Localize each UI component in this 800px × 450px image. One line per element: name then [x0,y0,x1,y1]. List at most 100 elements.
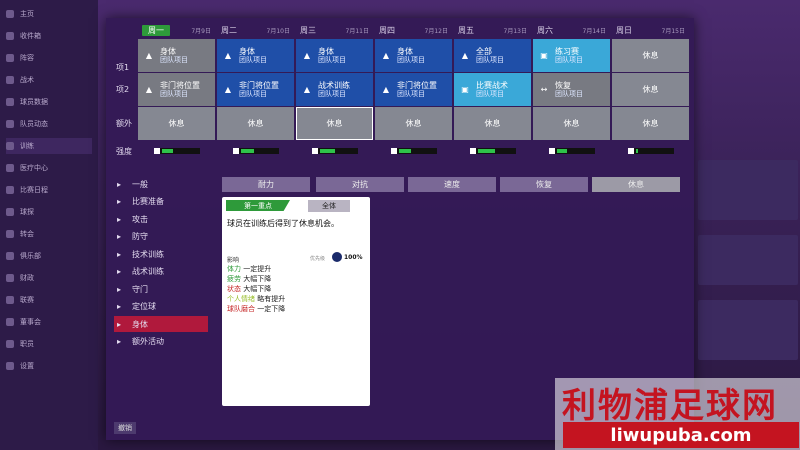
extra-slot[interactable]: 休息 [454,107,531,140]
focus-tab[interactable]: 对抗 [316,177,404,192]
extra-icon: ▸ [116,337,121,346]
training-slot[interactable]: ↔ 恢复 团队项目 [533,73,610,106]
priority-label: 优先级 [310,256,326,262]
slot-title: 身体 [160,46,176,56]
sidebar-item-label: 医疗中心 [20,164,48,172]
day-header[interactable]: 周二 7月10日 [221,24,294,36]
effect-value: 略有提升 [257,295,286,303]
sidebar-item[interactable]: 比赛日程 [6,182,92,198]
person-icon: ▲ [461,51,469,60]
slot-subtitle: 团队项目 [239,55,267,64]
sidebar-item[interactable]: 转会 [6,226,92,242]
training-slot[interactable]: ▲ 战术训练 团队项目 [296,73,373,106]
sidebar-item[interactable]: 收件箱 [6,28,92,44]
training-slot[interactable]: ▲ 身体 团队项目 [296,39,373,72]
match-icon: ▣ [540,51,548,60]
category-item[interactable]: ▸ 一般 [114,176,208,192]
sidebar-item[interactable]: 联赛 [6,292,92,308]
scope-button[interactable]: 全体 [308,200,350,212]
sidebar-item[interactable]: 球探 [6,204,92,220]
focus-tab[interactable]: 恢复 [500,177,588,192]
category-item[interactable]: ▸ 比赛准备 [114,194,208,210]
day-header[interactable]: 周五 7月13日 [458,24,531,36]
physical-icon: ▸ [116,319,121,329]
sidebar-item-label: 职员 [20,340,34,348]
sidebar-item[interactable]: 设置 [6,358,92,374]
category-item[interactable]: ▸ 攻击 [114,211,208,227]
sidebar-item[interactable]: 职员 [6,336,92,352]
focus-tab[interactable]: 耐力 [222,177,310,192]
effect-value: 一定提升 [243,265,272,273]
training-slot[interactable]: ▲ 身体 团队项目 [138,39,215,72]
slot-title: 休息 [168,119,185,128]
sidebar-item[interactable]: 队员动态 [6,116,92,132]
menu-icon [6,318,14,326]
slot-title: 休息 [563,119,580,128]
slot-title: 休息 [642,119,659,128]
menu-icon [6,142,14,150]
day-header[interactable]: 周日 7月15日 [616,24,689,36]
day-header[interactable]: 周三 7月11日 [300,24,373,36]
intensity-bar [628,148,674,154]
extra-slot[interactable]: 休息 [375,107,452,140]
training-slot[interactable]: 休息 [612,73,689,106]
training-slot[interactable]: ▣ 比赛战术 团队项目 [454,73,531,106]
extra-slot[interactable]: 休息 [138,107,215,140]
focus-tab[interactable]: 速度 [408,177,496,192]
description: 球员在训练后得到了休息机会。 [227,219,339,228]
sidebar-item[interactable]: 俱乐部 [6,248,92,264]
training-slot[interactable]: ▲ 身体 团队项目 [375,39,452,72]
training-slot[interactable]: ▲ 非门将位置 团队项目 [217,73,294,106]
day-header[interactable]: 周六 7月14日 [537,24,610,36]
category-item[interactable]: ▸ 守门 [114,281,208,297]
training-slot[interactable]: ▲ 非门将位置 团队项目 [375,73,452,106]
slot-title: 恢复 [555,80,571,90]
watermark-url: liwupuba.com [563,422,799,448]
sidebar-item[interactable]: 战术 [6,72,92,88]
training-slot[interactable]: ▣ 练习赛 团队项目 [533,39,610,72]
slot-subtitle: 团队项目 [397,55,425,64]
sidebar-item-label: 阵容 [20,54,34,62]
slot-title: 休息 [405,119,422,128]
sidebar-item[interactable]: 阵容 [6,50,92,66]
effect-row: 状态 大幅下降 [227,284,271,294]
effect-row: 疲劳 大幅下降 [227,274,271,284]
sidebar-item[interactable]: 董事会 [6,314,92,330]
focus-tab[interactable]: 休息 [592,177,680,192]
category-item[interactable]: ▸ 定位球 [114,299,208,315]
extra-slot[interactable]: 休息 [217,107,294,140]
slot-title: 非门将位置 [160,80,200,90]
category-item[interactable]: ▸ 防守 [114,229,208,245]
sidebar-item-label: 球员数据 [20,98,48,106]
training-slot[interactable]: ▲ 全部 团队项目 [454,39,531,72]
day-header[interactable]: 周四 7月12日 [379,24,452,36]
extra-slot[interactable]: 休息 [612,107,689,140]
sidebar-item[interactable]: 主页 [6,6,92,22]
training-slot[interactable]: ▲ 身体 团队项目 [217,39,294,72]
sidebar-item[interactable]: 财政 [6,270,92,286]
day-header[interactable]: 周一 7月9日 [142,24,215,36]
category-item[interactable]: ▸ 技术训练 [114,246,208,262]
day-name: 周六 [537,25,553,35]
category-item[interactable]: ▸ 身体 [114,316,208,332]
category-label: 战术训练 [132,267,164,276]
sidebar-item[interactable]: 医疗中心 [6,160,92,176]
extra-slot[interactable]: 休息 [296,107,373,140]
person-icon: ▲ [145,85,153,94]
training-slot[interactable]: 休息 [612,39,689,72]
effect-name: 状态 [227,285,241,293]
category-item[interactable]: ▸ 战术训练 [114,264,208,280]
training-slot[interactable]: ▲ 非门将位置 团队项目 [138,73,215,106]
menu-icon [6,208,14,216]
extra-slot[interactable]: 休息 [533,107,610,140]
menu-icon [6,98,14,106]
day-date: 7月15日 [661,27,685,35]
slot-title: 全部 [476,46,492,56]
intensity-icon [628,148,634,154]
cancel-button[interactable]: 撤销 [114,422,136,434]
person-icon: ▲ [303,85,311,94]
slot-title: 练习赛 [555,46,579,56]
category-item[interactable]: ▸ 额外活动 [114,334,208,350]
sidebar-item[interactable]: 球员数据 [6,94,92,110]
sidebar-item[interactable]: 训练 [6,138,92,154]
